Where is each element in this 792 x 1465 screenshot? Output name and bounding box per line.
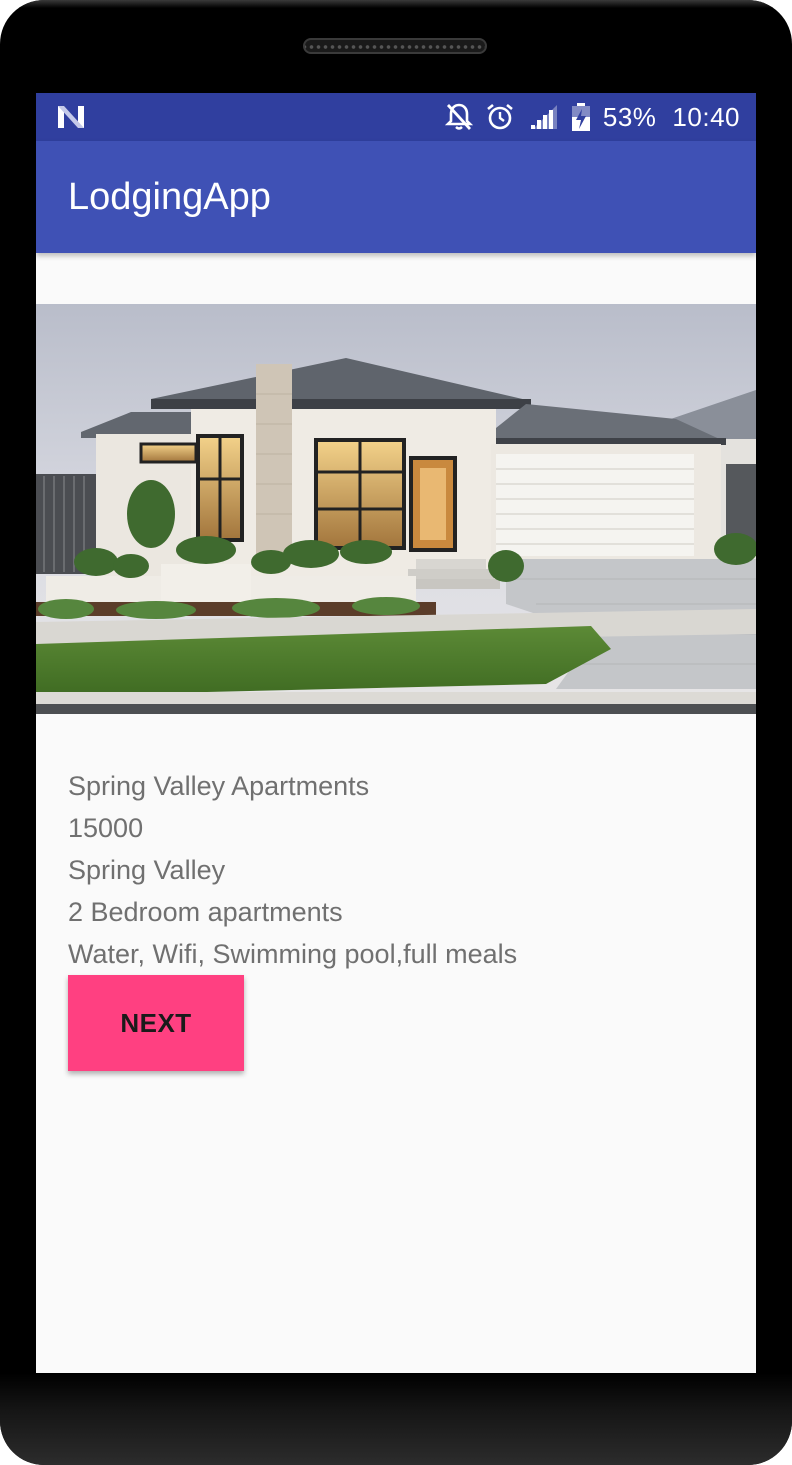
earpiece-speaker	[303, 38, 487, 54]
app-bar: LodgingApp	[36, 141, 756, 253]
battery-charging-icon	[571, 102, 591, 132]
next-button[interactable]: NEXT	[68, 975, 244, 1071]
listing-amenities: Water, Wifi, Swimming pool,full meals	[68, 939, 518, 969]
listing-type: 2 Bedroom apartments	[68, 897, 343, 927]
battery-percent: 53%	[602, 101, 657, 132]
status-bar: 53% 10:40	[36, 93, 756, 141]
phone-frame: 53% 10:40 LodgingApp Spring Valley Apart…	[0, 0, 792, 1465]
notifications-off-icon	[444, 102, 473, 132]
phone-chin	[0, 1373, 792, 1465]
n-logo-icon	[56, 104, 86, 130]
listing-price: 15000	[68, 813, 144, 843]
signal-icon	[527, 103, 559, 131]
status-icons: 53% 10:40	[444, 93, 740, 141]
listing-name: Spring Valley Apartments	[68, 771, 370, 801]
app-title: LodgingApp	[68, 176, 271, 218]
phone-rim	[0, 0, 792, 8]
listing-location: Spring Valley	[68, 855, 226, 885]
house-photo	[36, 304, 756, 714]
alarm-icon	[485, 102, 515, 132]
clock-time: 10:40	[672, 101, 740, 132]
listing-details: Spring Valley Apartments 15000 Spring Va…	[68, 765, 517, 975]
screen: 53% 10:40 LodgingApp Spring Valley Apart…	[36, 93, 756, 1373]
